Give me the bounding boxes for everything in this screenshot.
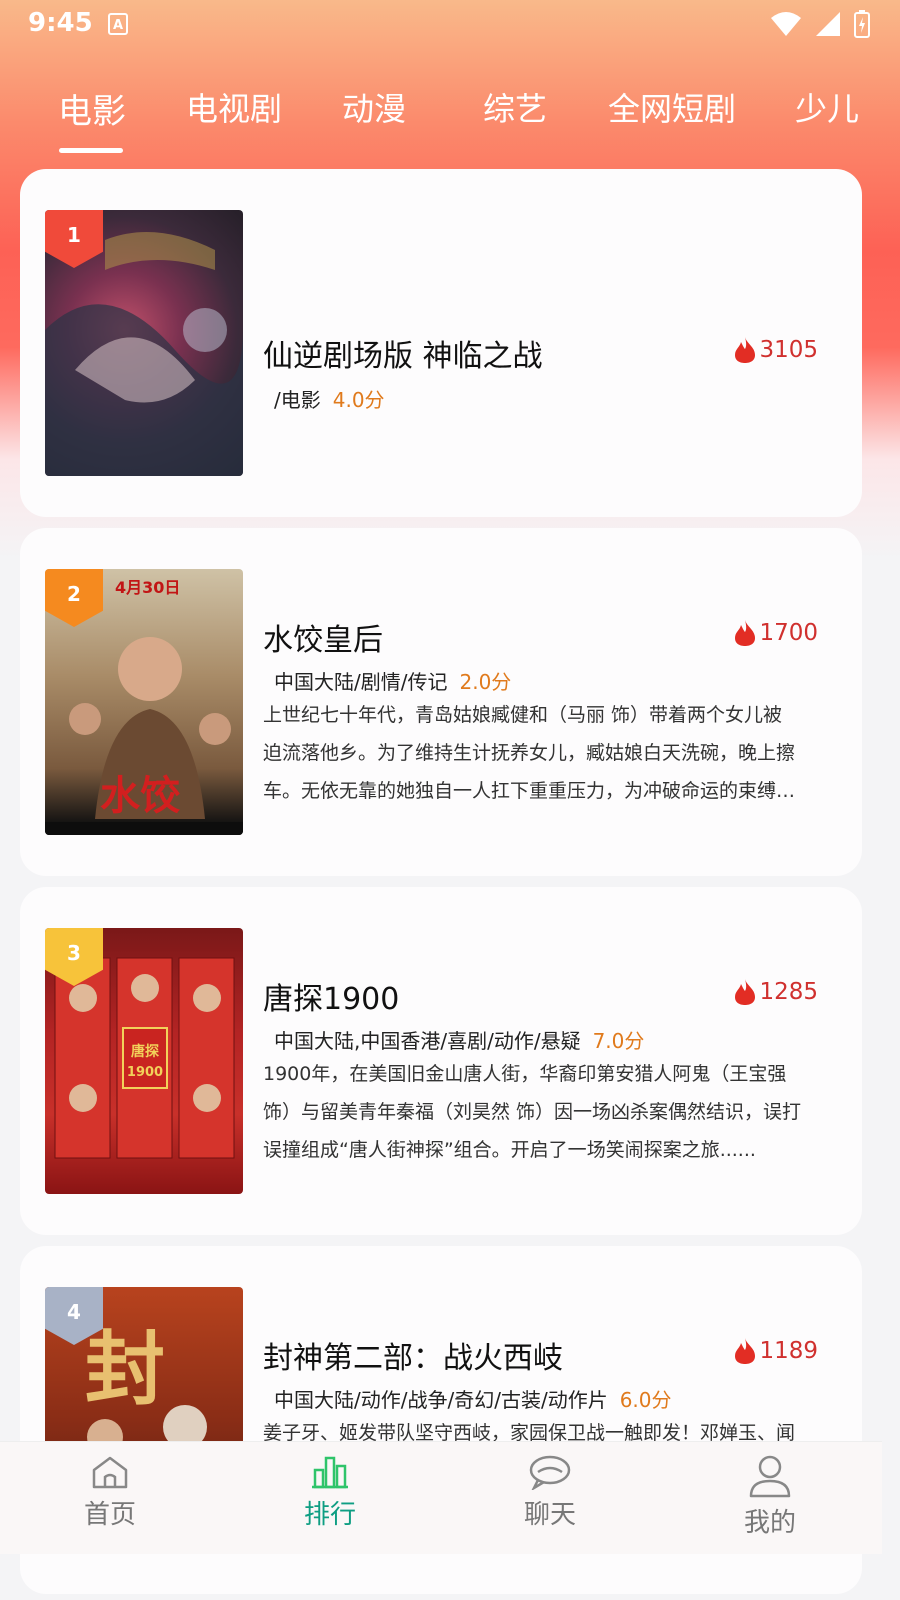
description-line: 车。无依无靠的她独自一人扛下重重压力，为冲破命运的束缚… [263, 780, 796, 802]
movie-meta: 中国大陆,中国香港/喜剧/动作/悬疑 7.0分 [274, 1025, 644, 1054]
movie-poster[interactable]: 水饺 4月30日 2 [45, 569, 243, 835]
poster-logo-year: 1900 [127, 1065, 163, 1080]
nav-ranking[interactable]: 排行 [275, 1454, 385, 1531]
movie-description: 1900年，在美国旧金山唐人街，华裔印第安猎人阿鬼（王宝强 饰）与留美青年秦福（… [263, 1055, 823, 1169]
poster-logo: 唐探 [131, 1043, 159, 1060]
home-icon [92, 1456, 128, 1489]
nav-home[interactable]: 首页 [55, 1454, 165, 1531]
tab-tv-series[interactable]: 电视剧 [186, 84, 282, 130]
movie-description: 上世纪七十年代，青岛姑娘臧健和（马丽 饰）带着两个女儿被 迫流落他乡。为了维持生… [263, 696, 823, 810]
status-time: 9:45 [28, 8, 93, 38]
notification-icon: A [108, 13, 128, 35]
description-line: 误撞组成“唐人街神探”组合。开启了一场笑闹探案之旅...... [263, 1139, 756, 1161]
movie-meta: 中国大陆/剧情/传记 2.0分 [274, 666, 511, 695]
nav-ranking-label: 排行 [303, 1500, 356, 1530]
category-tabs: 电影 电视剧 动漫 综艺 全网短剧 少儿 [0, 80, 900, 160]
hot-value: 1285 [759, 979, 818, 1005]
wifi-icon [771, 12, 801, 36]
movie-title: 封神第二部：战火西岐 [263, 1341, 563, 1376]
hot-value: 3105 [759, 337, 818, 363]
hot-value: 1700 [759, 620, 818, 646]
hot-count: 3105 [733, 336, 818, 364]
hot-count: 1700 [733, 619, 818, 647]
tab-anime[interactable]: 动漫 [342, 84, 406, 130]
movie-poster[interactable]: 唐探 1900 3 [45, 928, 243, 1194]
nav-chat[interactable]: 聊天 [495, 1454, 605, 1531]
battery-icon [854, 10, 870, 38]
movie-score: 2.0分 [459, 670, 512, 694]
ranking-card-1[interactable]: 1 仙逆剧场版 神临之战 3105 /电影 4.0分 [20, 169, 862, 517]
movie-meta: 中国大陆/动作/战争/奇幻/古装/动作片 6.0分 [274, 1384, 672, 1413]
chat-icon [529, 1455, 571, 1490]
tab-short-drama[interactable]: 全网短剧 [608, 84, 736, 130]
fire-icon [735, 620, 756, 646]
poster-title-glyph: 封 [85, 1322, 165, 1416]
description-line: 1900年，在美国旧金山唐人街，华裔印第安猎人阿鬼（王宝强 [263, 1063, 787, 1085]
movie-score: 7.0分 [592, 1029, 645, 1053]
movie-title: 仙逆剧场版 神临之战 [263, 339, 543, 374]
poster-date: 4月30日 [115, 578, 180, 597]
poster-calligraphy: 水饺 [100, 773, 180, 819]
status-bar: 9:45 A [0, 0, 900, 50]
fire-icon [735, 1338, 756, 1364]
movie-genre: 中国大陆,中国香港/喜剧/动作/悬疑 [274, 1029, 581, 1053]
description-line: 迫流落他乡。为了维持生计抚养女儿，臧姑娘白天洗碗，晚上擦 [263, 742, 796, 764]
hot-value: 1189 [759, 1338, 818, 1364]
nav-chat-label: 聊天 [523, 1500, 576, 1530]
fire-icon [735, 337, 756, 363]
movie-genre: 中国大陆/剧情/传记 [274, 670, 448, 694]
nav-profile-label: 我的 [743, 1508, 796, 1538]
bottom-navigation: 首页 排行 聊天 我的 [0, 1441, 882, 1554]
movie-title: 唐探1900 [263, 982, 400, 1017]
description-line: 上世纪七十年代，青岛姑娘臧健和（马丽 饰）带着两个女儿被 [263, 704, 783, 726]
hot-count: 1189 [733, 1337, 818, 1365]
nav-home-label: 首页 [83, 1500, 136, 1530]
tab-kids[interactable]: 少儿 [795, 84, 859, 130]
signal-icon [816, 12, 840, 36]
fire-icon [735, 979, 756, 1005]
description-line: 饰）与留美青年秦福（刘昊然 饰）因一场凶杀案偶然结识，误打 [263, 1101, 802, 1123]
nav-profile[interactable]: 我的 [715, 1454, 825, 1539]
movie-genre: 中国大陆/动作/战争/奇幻/古装/动作片 [274, 1388, 608, 1412]
hot-count: 1285 [733, 978, 818, 1006]
movie-meta: /电影 4.0分 [274, 384, 385, 413]
active-tab-indicator [59, 148, 123, 153]
movie-genre: /电影 [274, 388, 321, 412]
user-icon [749, 1455, 791, 1498]
tab-movie[interactable]: 电影 [58, 84, 126, 133]
ranking-card-2[interactable]: 水饺 4月30日 2 水饺皇后 1700 中国大陆/剧情/传记 2.0分 上世纪七… [20, 528, 862, 876]
movie-poster[interactable]: 1 [45, 210, 243, 476]
ranking-card-3[interactable]: 唐探 1900 3 唐探1900 1285 中国大陆,中国香港/喜剧/动作/悬疑… [20, 887, 862, 1235]
movie-score: 6.0分 [619, 1388, 672, 1412]
bar-chart-icon [312, 1456, 348, 1489]
tab-variety[interactable]: 综艺 [483, 84, 547, 130]
movie-score: 4.0分 [332, 388, 385, 412]
movie-title: 水饺皇后 [263, 623, 383, 658]
